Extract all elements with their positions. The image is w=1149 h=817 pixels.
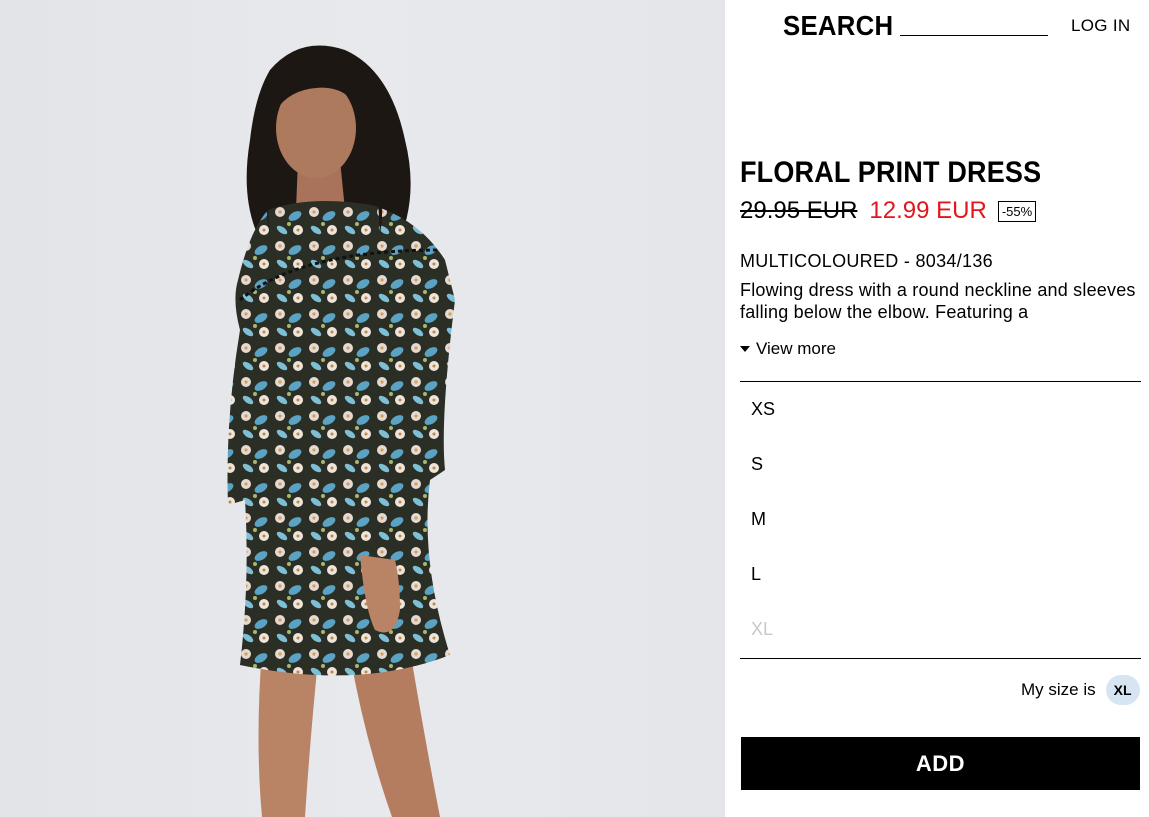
size-option-s[interactable]: S [740, 437, 1141, 492]
sale-price: 12.99 EUR [869, 197, 987, 224]
size-selector: XS S M L XL [740, 381, 1141, 659]
original-price: 29.95 EUR [740, 197, 858, 224]
my-size-badge[interactable]: XL [1105, 675, 1140, 705]
view-more-link[interactable]: View more [740, 339, 836, 359]
discount-badge: -55% [997, 200, 1037, 222]
my-size-label: My size is [1021, 680, 1096, 699]
model-photo [227, 45, 455, 817]
my-size-recommendation[interactable]: My size is XL [1021, 675, 1140, 705]
product-description: Flowing dress with a round neckline and … [740, 280, 1136, 322]
color-reference: MULTICOLOURED - 8034/136 [740, 251, 993, 271]
add-to-cart-button[interactable]: ADD [741, 737, 1140, 790]
search-label[interactable]: SEARCH [783, 10, 893, 42]
size-option-xl: XL [751, 619, 774, 639]
size-option-l[interactable]: L [740, 547, 1141, 602]
login-link[interactable]: LOG IN [1071, 16, 1130, 36]
view-more-label: View more [756, 339, 836, 358]
product-image[interactable] [0, 0, 725, 817]
product-title: FLORAL PRINT DRESS [740, 156, 1042, 189]
search-input[interactable] [900, 35, 1048, 36]
size-option-xs[interactable]: XS [740, 382, 1141, 437]
price-row: 29.95 EUR 12.99 EUR -55% [740, 196, 1037, 226]
caret-down-icon [740, 346, 750, 352]
size-option-m[interactable]: M [740, 492, 1141, 547]
